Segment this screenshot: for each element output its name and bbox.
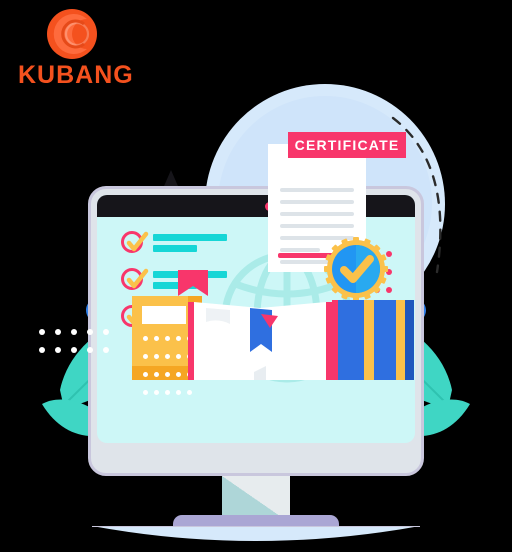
blue-book-stack[interactable]	[332, 300, 414, 380]
scene: CERTIFICATE	[0, 60, 512, 541]
ribbon-bookmark	[178, 270, 208, 296]
illustration-canvas: KUBANG CERTIFICATE	[0, 0, 512, 541]
monitor-base-plate	[92, 526, 420, 541]
book-stack	[110, 270, 414, 395]
notebook-label	[142, 306, 186, 324]
spiral-circle-logo-icon	[47, 9, 97, 59]
open-book-left[interactable]	[188, 302, 338, 380]
certificate-banner: CERTIFICATE	[288, 132, 406, 158]
browser-topbar	[97, 195, 415, 217]
check-mark-icon	[126, 231, 149, 252]
checklist-bar-long	[153, 234, 227, 241]
checklist-bar-short	[153, 245, 197, 252]
